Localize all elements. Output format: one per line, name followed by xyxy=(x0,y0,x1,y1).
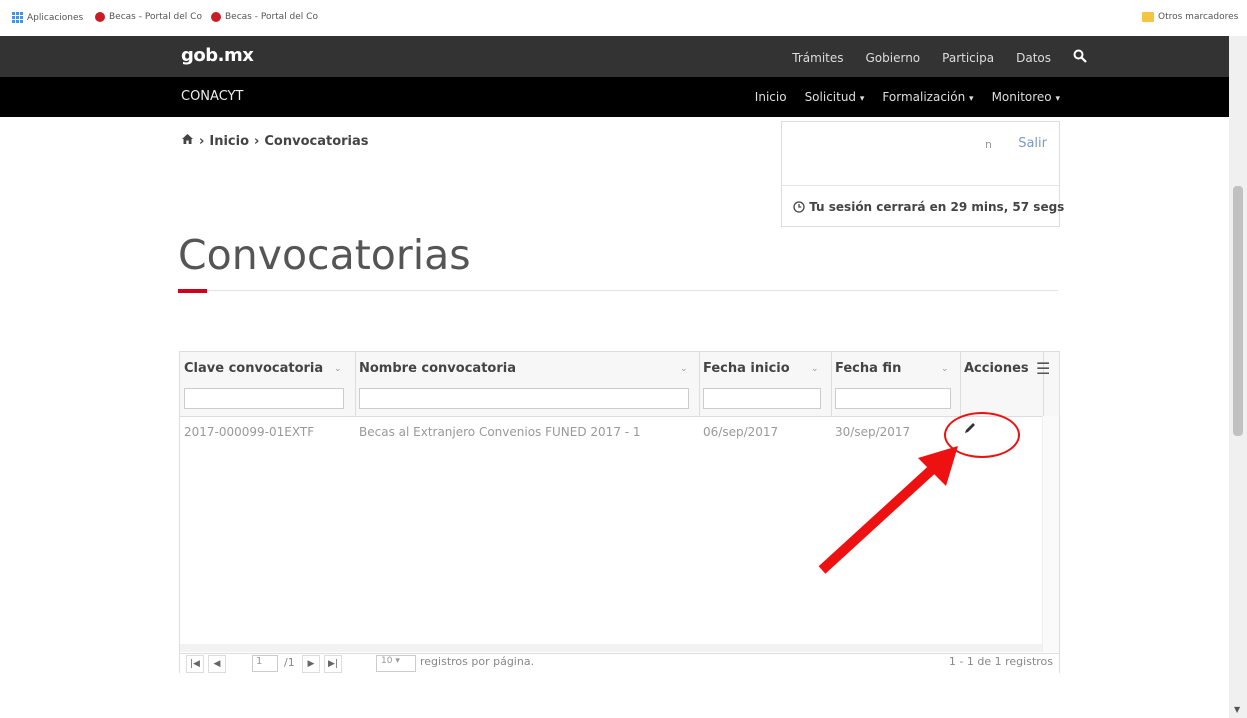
scrollbar-thumb[interactable] xyxy=(1233,186,1243,436)
cell-fecha-fin: 30/sep/2017 xyxy=(835,425,911,439)
nav-label: Monitoreo xyxy=(991,90,1052,104)
bookmark-other-folder[interactable]: Otros marcadores xyxy=(1142,12,1238,22)
bookmark-apps[interactable]: Aplicaciones xyxy=(12,12,83,23)
bookmark-other-label: Otros marcadores xyxy=(1158,12,1239,22)
session-timer: Tu sesión cerrará en 29 mins, 57 segs xyxy=(793,200,1064,216)
logout-link[interactable]: Salir xyxy=(1018,136,1047,151)
site-favicon-icon xyxy=(95,12,105,22)
site-favicon-icon xyxy=(211,12,221,22)
cell-clave: 2017-000099-01EXTF xyxy=(184,425,315,439)
filter-input-fecha-inicio[interactable] xyxy=(703,388,821,409)
sort-chevron-icon[interactable]: ⌄ xyxy=(941,364,949,374)
nav-dropdown-monitoreo[interactable]: Monitoreo ▾ xyxy=(992,90,1060,104)
agency-title[interactable]: CONACYT xyxy=(181,89,243,104)
column-header-label: Acciones xyxy=(964,361,1029,376)
session-timer-text: Tu sesión cerrará en 29 mins, 57 segs xyxy=(809,200,1065,214)
clock-icon xyxy=(793,201,809,216)
nav-label: Formalización xyxy=(882,90,966,104)
page-number-input[interactable]: 1 xyxy=(252,655,278,672)
site-logo[interactable]: gob.mx xyxy=(181,45,254,66)
breadcrumb: › Inicio › Convocatorias xyxy=(181,133,369,149)
annotation-arrow-icon xyxy=(818,446,958,574)
sort-chevron-icon[interactable]: ⌄ xyxy=(811,364,819,374)
breadcrumb-item-inicio[interactable]: Inicio xyxy=(209,134,249,149)
sort-chevron-icon[interactable]: ⌄ xyxy=(334,364,342,374)
total-pages: /1 xyxy=(284,656,295,669)
page-scrollbar[interactable]: ▼ xyxy=(1229,36,1247,718)
column-header-label: Clave convocatoria xyxy=(184,361,324,376)
primary-navbar: gob.mx Trámites Gobierno Participa Datos xyxy=(0,36,1229,77)
records-summary: 1 - 1 de 1 registros xyxy=(948,655,1053,668)
title-divider xyxy=(178,290,1058,291)
nav-label: Solicitud xyxy=(804,90,857,104)
column-nombre[interactable]: Nombre convocatoria ⌄ xyxy=(355,352,700,416)
column-header-label: Fecha inicio xyxy=(703,361,790,376)
search-icon[interactable] xyxy=(1073,49,1087,66)
nav-link-datos[interactable]: Datos xyxy=(1016,51,1051,65)
prev-page-icon[interactable]: ◀ xyxy=(208,655,226,673)
page-title: Convocatorias xyxy=(178,231,471,279)
grid-header: Clave convocatoria ⌄ Nombre convocatoria… xyxy=(180,352,1059,417)
caret-down-icon: ▾ xyxy=(1055,94,1060,104)
cell-nombre: Becas al Extranjero Convenios FUNED 2017… xyxy=(359,425,641,439)
bookmarks-bar: Aplicaciones Becas - Portal del Co Becas… xyxy=(0,0,1247,37)
page-size-select[interactable]: 10 ▾ xyxy=(376,655,416,672)
grid-vertical-scrollbar[interactable] xyxy=(1042,416,1059,652)
folder-icon xyxy=(1142,12,1154,22)
column-menu-icon[interactable]: ☰ xyxy=(1036,359,1050,378)
column-acciones: Acciones xyxy=(960,352,1044,416)
nav-link-participa[interactable]: Participa xyxy=(942,51,994,65)
breadcrumb-item-current: Convocatorias xyxy=(264,133,369,149)
scroll-down-icon[interactable]: ▼ xyxy=(1234,705,1240,714)
nav-link-inicio[interactable]: Inicio xyxy=(755,90,787,104)
session-panel: n Salir Tu sesión cerrará en 29 mins, 57… xyxy=(781,121,1064,227)
secondary-navbar: CONACYT Inicio Solicitud ▾ Formalización… xyxy=(0,77,1229,117)
caret-down-icon: ▾ xyxy=(969,94,974,104)
grid-horizontal-scrollbar[interactable] xyxy=(180,644,1042,652)
nav-link-tramites[interactable]: Trámites xyxy=(792,51,843,65)
nav-link-gobierno[interactable]: Gobierno xyxy=(866,51,921,65)
nav-dropdown-solicitud[interactable]: Solicitud ▾ xyxy=(805,90,865,104)
filter-input-nombre[interactable] xyxy=(359,388,689,409)
column-clave[interactable]: Clave convocatoria ⌄ xyxy=(180,352,356,416)
breadcrumb-separator: › xyxy=(199,133,205,149)
title-accent-bar xyxy=(178,289,207,293)
bookmark-label: Becas - Portal del Co xyxy=(109,12,202,22)
page-size-value: 10 xyxy=(381,656,393,666)
breadcrumb-separator: › xyxy=(254,133,260,149)
column-fecha-fin[interactable]: Fecha fin ⌄ xyxy=(831,352,961,416)
column-fecha-inicio[interactable]: Fecha inicio ⌄ xyxy=(699,352,832,416)
next-page-icon[interactable]: ▶ xyxy=(302,655,320,673)
per-page-label: registros por página. xyxy=(420,655,535,668)
user-name: n xyxy=(985,138,992,151)
sort-chevron-icon[interactable]: ⌄ xyxy=(680,364,688,374)
caret-down-icon: ▾ xyxy=(859,94,865,104)
bookmark-apps-label: Aplicaciones xyxy=(27,12,84,23)
apps-grid-icon xyxy=(12,12,23,23)
bookmark-label: Becas - Portal del Co xyxy=(225,12,318,22)
column-header-label: Nombre convocatoria xyxy=(359,361,516,376)
column-header-label: Fecha fin xyxy=(835,361,902,376)
bookmark-item[interactable]: Becas - Portal del Co xyxy=(211,12,318,22)
grid-pager: |◀ ◀ 1 /1 ▶ ▶| 10 ▾ registros por página… xyxy=(180,653,1059,673)
filter-input-clave[interactable] xyxy=(184,388,344,409)
user-info: n Salir xyxy=(782,122,1059,186)
cell-fecha-inicio: 06/sep/2017 xyxy=(703,425,779,439)
bookmark-item[interactable]: Becas - Portal del Co xyxy=(95,12,202,22)
filter-input-fecha-fin[interactable] xyxy=(835,388,951,409)
nav-dropdown-formalizacion[interactable]: Formalización ▾ xyxy=(882,90,973,104)
first-page-icon[interactable]: |◀ xyxy=(186,655,204,673)
home-icon[interactable] xyxy=(181,133,194,149)
last-page-icon[interactable]: ▶| xyxy=(324,655,342,673)
